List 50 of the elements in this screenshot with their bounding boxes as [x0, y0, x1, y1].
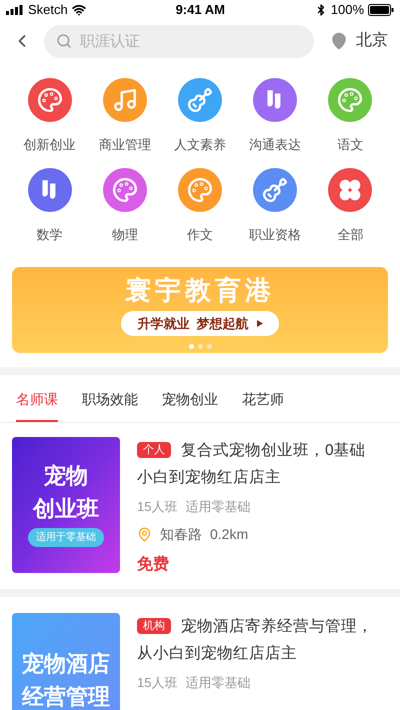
- carrier-name: Sketch: [28, 1, 68, 19]
- thumbnail-tag: 适用于零基础: [28, 528, 104, 547]
- promo-banner[interactable]: 寰宇教育港 升学就业 梦想起航: [12, 266, 388, 352]
- palette-icon: [112, 177, 138, 203]
- play-arrow-icon: [256, 320, 263, 327]
- class-size: 15人班: [137, 674, 178, 692]
- category-item[interactable]: 人文素养: [162, 78, 238, 154]
- search-field[interactable]: 职涯认证: [44, 24, 314, 58]
- category-item[interactable]: 语文: [312, 78, 388, 154]
- location-pin-icon: [330, 32, 348, 50]
- music-note-icon: [112, 86, 138, 112]
- location-pin-icon: [137, 527, 152, 542]
- category-tab[interactable]: 职场效能: [82, 374, 138, 422]
- course-price: 免费: [137, 554, 170, 575]
- category-item[interactable]: 沟通表达: [238, 78, 313, 154]
- clover-icon: [337, 177, 364, 203]
- category-item[interactable]: 职业资格: [238, 168, 313, 244]
- course-type-badge: 个人: [137, 442, 171, 458]
- category-item[interactable]: 全部: [312, 168, 388, 244]
- thumbnail-title: 创业班: [33, 495, 99, 523]
- category-tab[interactable]: 花艺师: [242, 374, 284, 422]
- guitar-icon: [186, 86, 213, 112]
- category-tab[interactable]: 名师课: [16, 374, 58, 422]
- course-distance: 0.2km: [210, 525, 248, 544]
- thumbnail-title: 宠物酒店: [22, 650, 110, 678]
- course-level: 适用零基础: [185, 674, 250, 692]
- banner-title: 寰宇教育港: [125, 276, 275, 302]
- banner-slogan-pill: 升学就业 梦想起航: [121, 310, 279, 336]
- thumbnail-title: 宠物: [44, 462, 88, 490]
- battery-percent: 100%: [330, 1, 364, 19]
- palette-icon: [337, 86, 364, 112]
- battery-icon: [368, 4, 394, 16]
- category-item[interactable]: 数学: [12, 168, 88, 244]
- palette-icon: [36, 86, 63, 112]
- category-item[interactable]: 商业管理: [87, 78, 162, 154]
- wifi-icon: [72, 2, 86, 17]
- course-address: 知春路: [160, 525, 202, 544]
- thumbnail-title: 经营管理: [22, 683, 110, 710]
- course-level: 适用零基础: [185, 498, 250, 516]
- class-size: 15人班: [137, 498, 178, 516]
- category-item[interactable]: 创新创业: [12, 78, 88, 154]
- palette-icon: [186, 177, 213, 203]
- signal-icon: [6, 4, 24, 15]
- status-time: 9:41 AM: [176, 1, 225, 19]
- category-item[interactable]: 物理: [87, 168, 162, 244]
- category-tab[interactable]: 宠物创业: [162, 374, 218, 422]
- guitar-icon: [262, 177, 288, 203]
- category-item[interactable]: 作文: [162, 168, 238, 244]
- course-type-badge: 机构: [137, 618, 171, 634]
- location-button[interactable]: 北京: [322, 29, 388, 53]
